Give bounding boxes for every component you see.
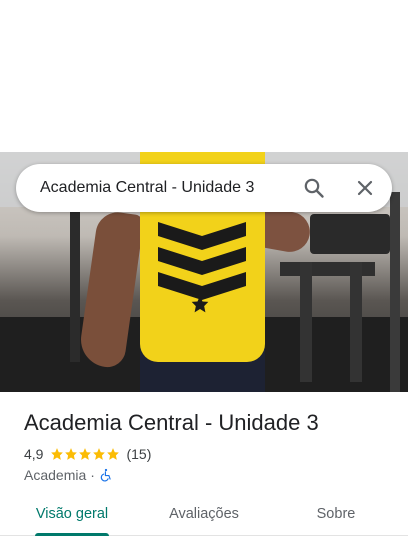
tab-overview[interactable]: Visão geral <box>30 496 114 536</box>
star-icon <box>93 448 106 460</box>
star-graphic <box>190 294 210 314</box>
close-icon[interactable] <box>353 176 377 200</box>
search-icon[interactable] <box>302 176 326 200</box>
chevron-graphic <box>158 247 246 275</box>
rating-stars <box>50 447 120 461</box>
chevron-graphic <box>158 222 246 250</box>
tab-about[interactable]: Sobre <box>300 496 372 536</box>
place-category: Academia <box>24 467 87 483</box>
place-title: Academia Central - Unidade 3 <box>24 410 319 435</box>
star-icon <box>65 448 78 460</box>
gym-pole <box>390 192 400 392</box>
active-tab-indicator <box>35 533 109 536</box>
star-icon <box>107 448 120 460</box>
tab-reviews[interactable]: Avaliações <box>160 496 248 536</box>
gym-post <box>300 262 312 382</box>
rating-row[interactable]: 4,9 (15) <box>24 445 151 463</box>
review-count[interactable]: (15) <box>126 446 151 462</box>
star-icon <box>51 448 64 460</box>
star-icon <box>79 448 92 460</box>
separator-dot: · <box>90 467 95 483</box>
place-tabs: Visão geral Avaliações Sobre <box>0 496 408 536</box>
gym-post <box>350 262 362 382</box>
rating-value: 4,9 <box>24 446 44 462</box>
search-bar[interactable]: Academia Central - Unidade 3 <box>16 164 392 212</box>
gym-rack <box>70 212 80 362</box>
search-input[interactable]: Academia Central - Unidade 3 <box>40 164 254 212</box>
wheelchair-icon <box>100 468 111 482</box>
gym-bench <box>310 214 390 254</box>
category-row: Academia · <box>24 466 113 484</box>
